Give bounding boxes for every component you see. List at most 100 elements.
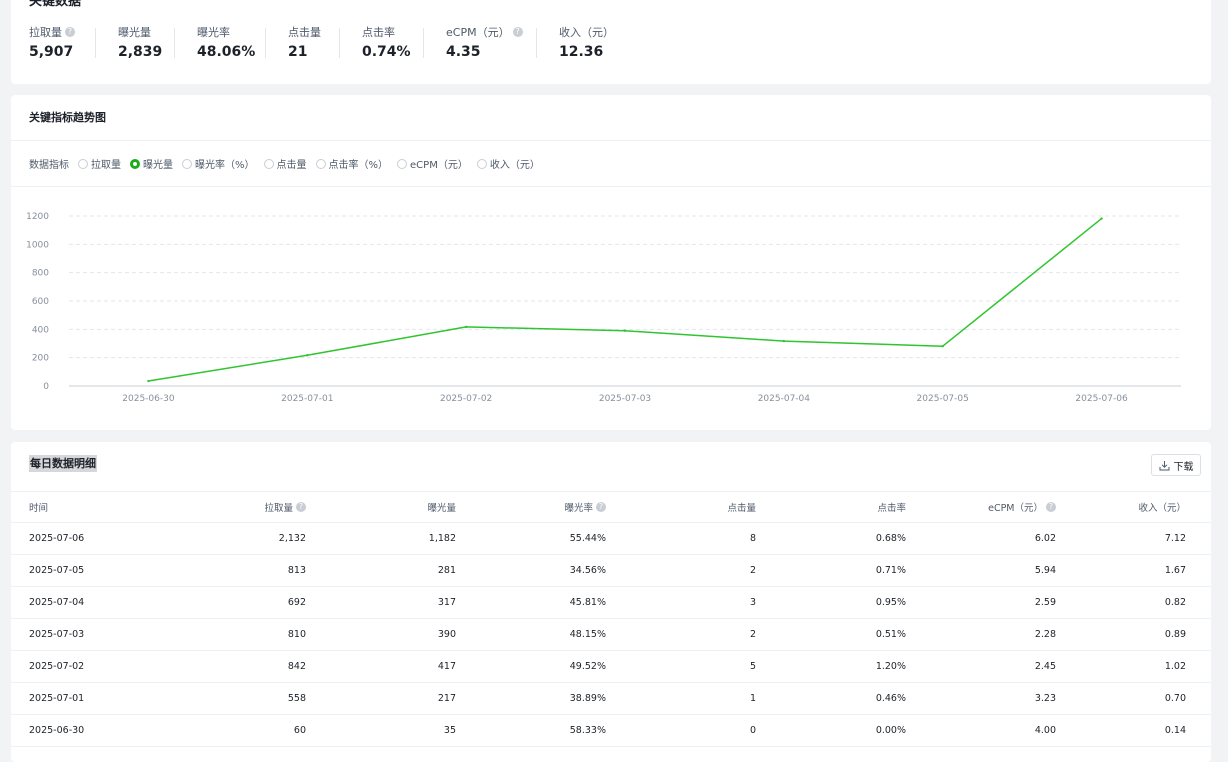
table-row: 2025-07-03 810 390 48.15% 2 0.51% 2.28 0.89 <box>11 618 1211 651</box>
table-cell: 0.68% <box>756 522 906 555</box>
radio-income[interactable]: 收入（元） <box>476 156 540 171</box>
table-cell: 217 <box>306 682 456 715</box>
metric-divider <box>174 28 175 58</box>
x-tick-label: 2025-07-06 <box>1075 394 1128 404</box>
metric-label: 点击率 <box>362 26 395 39</box>
table-cell: 390 <box>306 618 456 651</box>
table-cell: 2025-07-02 <box>11 650 156 683</box>
radio-icon <box>476 158 487 169</box>
table-cell: 0.00% <box>756 714 906 747</box>
x-tick-label: 2025-07-02 <box>440 394 492 404</box>
y-tick-label: 1200 <box>26 212 49 222</box>
radio-exposure-rate[interactable]: 曝光率（%） <box>182 156 255 171</box>
table-row: 2025-07-02 842 417 49.52% 5 1.20% 2.45 1.02 <box>11 650 1211 683</box>
radio-pull[interactable]: 拉取量 <box>78 156 121 171</box>
table-cell: 6.02 <box>906 522 1056 555</box>
metric-divider <box>339 28 340 58</box>
metric-value: 4.35 <box>446 44 481 60</box>
table-cell: 0.71% <box>756 554 906 587</box>
series-line <box>148 217 1103 382</box>
table-row: 2025-07-05 813 281 34.56% 2 0.71% 5.94 1.67 <box>11 554 1211 587</box>
y-tick-label: 0 <box>43 382 49 392</box>
table-cell: 558 <box>156 682 306 715</box>
metric-label: eCPM（元） <box>446 26 510 39</box>
metric-label: 收入（元） <box>559 26 614 39</box>
download-button[interactable]: 下载 <box>1151 454 1201 476</box>
table-cell: 0.14 <box>1056 714 1211 747</box>
metric-value: 48.06% <box>197 44 256 60</box>
radio-exposure[interactable]: 曝光量 <box>130 156 173 171</box>
table-cell: 55.44% <box>456 522 606 555</box>
col-header-exposure: 曝光量 <box>306 491 456 523</box>
data-point <box>1100 217 1103 220</box>
radio-icon <box>315 158 326 169</box>
table-cell: 4.00 <box>906 714 1056 747</box>
summary-title: 关键数据 <box>29 0 82 9</box>
trend-title: 关键指标趋势图 <box>29 111 106 124</box>
table-cell: 1 <box>606 682 756 715</box>
metric-label: 拉取量 <box>29 26 62 39</box>
y-tick-label: 800 <box>32 269 49 279</box>
data-point <box>464 325 468 329</box>
help-icon[interactable]: ? <box>1046 502 1056 512</box>
data-point <box>623 329 627 332</box>
table-cell: 2025-07-01 <box>11 682 156 715</box>
table-cell: 2 <box>606 618 756 651</box>
metric-exposure-rate: 曝光率 48.06% <box>197 24 255 60</box>
table-cell: 2.28 <box>906 618 1056 651</box>
table-cell: 2,132 <box>156 522 306 555</box>
table-cell: 48.15% <box>456 618 606 651</box>
table-row: 2025-07-01 558 217 38.89% 1 0.46% 3.23 0.70 <box>11 682 1211 715</box>
y-tick-label: 600 <box>32 297 49 307</box>
metric-exposure: 曝光量 2,839 <box>118 24 162 60</box>
radio-ecpm[interactable]: eCPM（元） <box>397 156 468 171</box>
table-cell: 3.23 <box>906 682 1056 715</box>
table-cell: 842 <box>156 650 306 683</box>
table-cell: 8 <box>606 522 756 555</box>
data-point <box>782 339 786 343</box>
help-icon[interactable]: ? <box>296 502 306 512</box>
summary-card: 关键数据 拉取量? 5,907 曝光量 2,839 曝光率 48.06% 点击量… <box>11 0 1211 84</box>
metric-label: 曝光量 <box>118 26 151 39</box>
table-cell: 0.51% <box>756 618 906 651</box>
data-point <box>306 354 309 357</box>
col-header-clicks: 点击量 <box>606 491 756 523</box>
radio-clicks[interactable]: 点击量 <box>263 156 307 171</box>
table-cell: 45.81% <box>456 586 606 619</box>
help-icon[interactable]: ? <box>65 27 75 37</box>
table-cell: 417 <box>306 650 456 683</box>
help-icon[interactable]: ? <box>512 27 523 37</box>
download-icon <box>1159 460 1169 470</box>
radio-checked-icon <box>130 158 140 169</box>
col-header-pull: 拉取量? <box>156 491 306 523</box>
table-cell: 2.59 <box>906 586 1056 619</box>
x-tick-label: 2025-07-05 <box>917 394 969 404</box>
table-cell: 3 <box>606 586 756 619</box>
table-cell: 1,182 <box>306 522 456 555</box>
metric-value: 0.74% <box>362 44 411 60</box>
table-row: 2025-07-06 2,132 1,182 55.44% 8 0.68% 6.02 7.12 <box>11 522 1211 555</box>
table-cell: 2025-07-06 <box>11 522 156 555</box>
table-cell: 2025-07-05 <box>11 554 156 587</box>
metric-divider <box>423 28 424 58</box>
download-label: 下载 <box>1173 461 1194 473</box>
metric-selector: 数据指标 拉取量 曝光量 曝光率（%） 点击量 点击率（%） eCPM（元） 收… <box>29 156 549 171</box>
table-row: 2025-07-04 692 317 45.81% 3 0.95% 2.59 0.82 <box>11 586 1211 619</box>
daily-card: 每日数据明细 下载 时间 拉取量? 曝光量 曝光率? 点击量 点击率 eCPM（… <box>11 442 1211 762</box>
table-cell: 49.52% <box>456 650 606 683</box>
metric-divider <box>95 28 96 58</box>
table-cell: 317 <box>306 586 456 619</box>
table-cell: 34.56% <box>456 554 606 587</box>
table-cell: 1.02 <box>1056 650 1211 683</box>
x-tick-label: 2025-07-03 <box>599 394 651 404</box>
help-icon[interactable]: ? <box>596 502 606 512</box>
table-row: 2025-06-30 60 35 58.33% 0 0.00% 4.00 0.14 <box>11 714 1211 747</box>
x-tick-label: 2025-07-04 <box>758 394 811 404</box>
radio-icon <box>397 158 408 169</box>
table-cell: 35 <box>306 714 456 747</box>
radio-ctr[interactable]: 点击率（%） <box>315 156 388 171</box>
table-cell: 5 <box>606 650 756 683</box>
trend-chart: 0 200 400 600 800 1000 1200 2025-06-30 2025-07-0… <box>26 212 1181 404</box>
table-cell: 0.70 <box>1056 682 1211 715</box>
metric-value: 5,907 <box>29 44 74 60</box>
